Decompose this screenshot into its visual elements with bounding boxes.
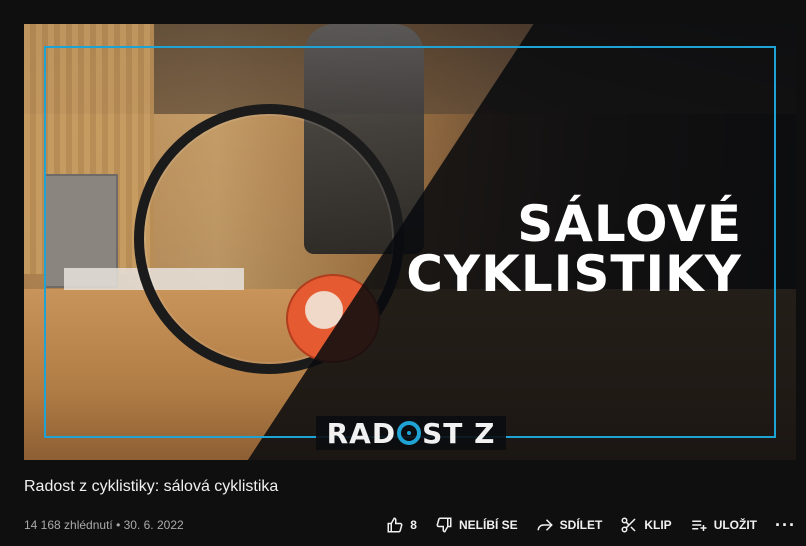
- headline-line-2: CYKLISTIKY: [406, 245, 742, 303]
- video-player[interactable]: SÁLOVÉ CYKLISTIKY RAD ST Z: [24, 24, 796, 460]
- scissors-icon: [620, 516, 638, 534]
- meta-and-actions-row: 14 168 zhlédnutí • 30. 6. 2022 8 NELÍBÍ …: [24, 515, 796, 535]
- logo-text-right: ST Z: [422, 416, 496, 450]
- gear-icon: [397, 421, 422, 445]
- video-info: Radost z cyklistiky: sálová cyklistika 1…: [24, 478, 796, 535]
- share-icon: [536, 516, 554, 534]
- save-label: ULOŽIT: [713, 518, 758, 532]
- logo-text-left: RAD: [326, 416, 397, 450]
- save-button[interactable]: ULOŽIT: [690, 516, 757, 534]
- playlist-add-icon: [690, 516, 708, 534]
- clip-button[interactable]: KLIP: [620, 516, 672, 534]
- radost-z-logo: RAD ST Z: [316, 416, 506, 450]
- action-bar: 8 NELÍBÍ SE SDÍLET KLIP ULOŽIT ···: [386, 515, 796, 536]
- more-button[interactable]: ···: [775, 515, 796, 536]
- thumbs-up-icon: [386, 516, 404, 534]
- share-button[interactable]: SDÍLET: [536, 516, 603, 534]
- video-meta: 14 168 zhlédnutí • 30. 6. 2022: [24, 518, 184, 532]
- thumbs-down-icon: [435, 516, 453, 534]
- dislike-label: NELÍBÍ SE: [458, 518, 518, 532]
- like-count: 8: [410, 518, 417, 532]
- thumbnail-headline: SÁLOVÉ CYKLISTIKY: [406, 199, 742, 299]
- like-button[interactable]: 8: [386, 516, 417, 534]
- dislike-button[interactable]: NELÍBÍ SE: [435, 516, 518, 534]
- video-title: Radost z cyklistiky: sálová cyklistika: [24, 478, 279, 495]
- share-label: SDÍLET: [559, 518, 603, 532]
- clip-label: KLIP: [644, 518, 672, 532]
- more-icon: ···: [775, 514, 796, 535]
- headline-line-1: SÁLOVÉ: [517, 195, 742, 253]
